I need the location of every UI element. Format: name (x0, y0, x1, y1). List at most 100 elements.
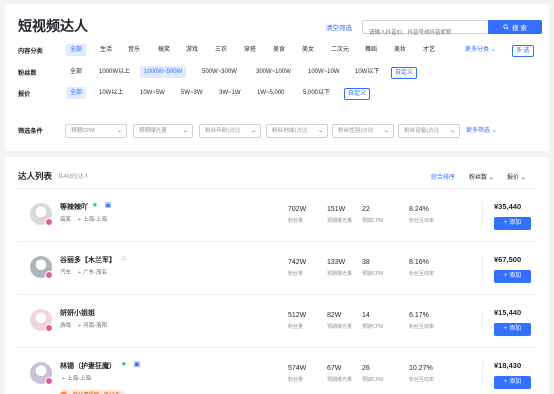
more-filters-button[interactable]: 更多筛选 ⌄ (466, 125, 497, 137)
chevron-down-icon: ⌄ (383, 128, 389, 134)
metric-exposure-label: 预期曝光量 (327, 218, 353, 224)
add-button[interactable]: + 添加 (494, 376, 531, 389)
quote-option[interactable]: 全部 (66, 87, 87, 99)
add-button[interactable]: + 添加 (494, 270, 531, 283)
category-option[interactable]: 美女 (302, 44, 314, 56)
gender-select[interactable]: 粉丝性别(占比 ⌄ (332, 124, 394, 138)
quote-option[interactable]: 10W以上 (99, 87, 123, 99)
metric-cpm-label: 预期CPM (362, 271, 384, 277)
list-item: 林锡（护妻狂魔） ⌖ 上海-上海 574W 粉丝量 67W 预期曝光量 26 预期CPM 10.2… (18, 348, 536, 394)
influencer-location: ⌖ 河南-洛阳 (78, 321, 107, 330)
influencer-name[interactable]: 等辣辣吖 (60, 202, 88, 212)
add-button[interactable]: + 添加 (494, 323, 531, 336)
location-pin-icon: ⌖ (78, 323, 82, 329)
exposure-select[interactable]: 预期曝光量 ⌄ (133, 124, 193, 138)
quote-option[interactable]: 1W~5,000 (257, 87, 285, 99)
fan-count-label: 粉丝数 (18, 69, 37, 77)
metric-fans-value: 742W (288, 259, 307, 266)
metric-fans-label: 粉丝量 (288, 271, 304, 277)
more-categories-button[interactable]: 更多分类 ⌄ (465, 44, 496, 56)
search-button[interactable]: 搜 索 (488, 20, 542, 34)
quote-price: ¥35,440 (494, 202, 522, 211)
verified-badge-icon (45, 324, 53, 332)
metric-cpm-value: 38 (362, 259, 370, 266)
chevron-down-icon: ⌄ (250, 128, 256, 134)
sort-fans-label: 粉丝数 (469, 175, 488, 181)
fan-count-row: 粉丝数 全部 1000W以上 1000W~500W 500W~300W 300W… (18, 66, 548, 79)
divider (482, 309, 483, 331)
quote-row: 报价 全部 10W以上 10W~5W 5W~3W 3W~1W 1W~5,000 … (18, 87, 548, 100)
list-count: 共468位达人 (58, 174, 90, 180)
sort-comprehensive[interactable]: 综合排序 (431, 172, 455, 181)
category-option[interactable]: 全部 (66, 44, 87, 56)
metric-interaction-value: 8.16% (409, 259, 429, 266)
category-option[interactable]: 生活 (100, 44, 112, 56)
quote-option[interactable]: 10W~5W (140, 87, 165, 99)
location-pin-icon: ⌖ (62, 376, 66, 382)
clear-filter-link[interactable]: 清空筛选 (326, 22, 352, 32)
metric-fans-label: 粉丝量 (288, 324, 304, 330)
category-option[interactable]: 三农 (215, 44, 227, 56)
category-option[interactable]: 美妆 (394, 44, 406, 56)
sort-fans[interactable]: 粉丝数 ⌄ (469, 172, 494, 181)
search-input-wrap[interactable] (362, 20, 488, 39)
influencer-name[interactable]: 林锡（护妻狂魔） (60, 361, 116, 371)
fan-option[interactable]: 全部 (70, 66, 82, 78)
conditions-label: 筛选条件 (18, 128, 43, 135)
cpm-select[interactable]: 预期CPM ⌄ (65, 124, 127, 138)
category-option[interactable]: 舞蹈 (365, 44, 377, 56)
category-option[interactable]: 才艺 (423, 44, 435, 56)
verified-badge-icon (45, 218, 53, 226)
list-title: 达人列表 (18, 171, 53, 181)
briefcase-icon: ▣ (104, 202, 112, 209)
metric-interaction-value: 6.17% (409, 312, 429, 319)
category-option[interactable]: 穿搭 (244, 44, 256, 56)
fan-option[interactable]: 10W以下 (355, 66, 379, 78)
search-input[interactable] (363, 27, 488, 39)
briefcase-icon: ▣ (133, 361, 141, 368)
sort-price[interactable]: 报价 ⌄ (507, 172, 526, 181)
fan-option[interactable]: 1000W以上 (99, 66, 130, 78)
category-option[interactable]: 二次元 (331, 44, 349, 56)
quote-option[interactable]: 5,000以下 (303, 87, 330, 99)
fan-option[interactable]: 500W~300W (202, 66, 237, 78)
age-select[interactable]: 粉丝年龄(占比 ⌄ (199, 124, 261, 138)
fan-custom-button[interactable]: 自定义 (391, 67, 418, 79)
category-option[interactable]: 美食 (273, 44, 285, 56)
category-option[interactable]: 游戏 (186, 44, 198, 56)
metric-exposure-value: 133W (327, 259, 346, 266)
add-button[interactable]: + 添加 (494, 217, 531, 230)
fan-option[interactable]: 100W~10W (308, 66, 340, 78)
quote-option[interactable]: 3W~1W (219, 87, 241, 99)
metric-interaction-value: 8.24% (409, 206, 429, 213)
search-icon (503, 24, 509, 30)
metric-interaction-value: 10.27% (409, 365, 433, 372)
influencer-name[interactable]: 谷丽多【木兰军】 (60, 255, 116, 265)
region-select[interactable]: 粉丝地域(占比 ⌄ (266, 124, 328, 138)
metric-cpm-value: 26 (362, 365, 370, 372)
fan-option[interactable]: 1000W~500W (140, 66, 187, 78)
category-option[interactable]: 音乐 (128, 44, 140, 56)
multi-select-button[interactable]: 多 选 (512, 45, 534, 57)
metric-interaction-label: 粉丝互动率 (409, 218, 435, 224)
metric-exposure-label: 预期曝光量 (327, 271, 353, 277)
metric-exposure-value: 151W (327, 206, 346, 213)
chevron-down-icon: ⌄ (491, 128, 497, 134)
divider (482, 256, 483, 278)
influencer-name[interactable]: 妍妍小姐姐 (60, 308, 95, 318)
device-select[interactable]: 粉丝设备(占比 ⌄ (398, 124, 460, 138)
age-select-value: 粉丝年龄(占比 (205, 128, 241, 134)
metric-cpm-value: 14 (362, 312, 370, 319)
chevron-down-icon: ⌄ (520, 175, 526, 181)
quote-option[interactable]: 5W~3W (181, 87, 203, 99)
metric-exposure-value: 82W (327, 312, 342, 319)
quote-custom-button[interactable]: 自定义 (344, 88, 371, 100)
page: 短视频达人 清空筛选 搜 索 内容分类 全部 生活 音乐 搞笑 游戏 三农 穿搭… (0, 0, 554, 394)
cpm-select-value: 预期CPM (71, 128, 95, 134)
fan-option[interactable]: 300W~100W (256, 66, 291, 78)
influencer-location: ⌖ 上海-上海 (62, 374, 91, 383)
category-option[interactable]: 搞笑 (158, 44, 170, 56)
chevron-down-icon: ⌄ (182, 128, 188, 134)
location-pin-icon: ⌖ (78, 217, 82, 223)
more-filters-label: 更多筛选 (466, 128, 491, 134)
